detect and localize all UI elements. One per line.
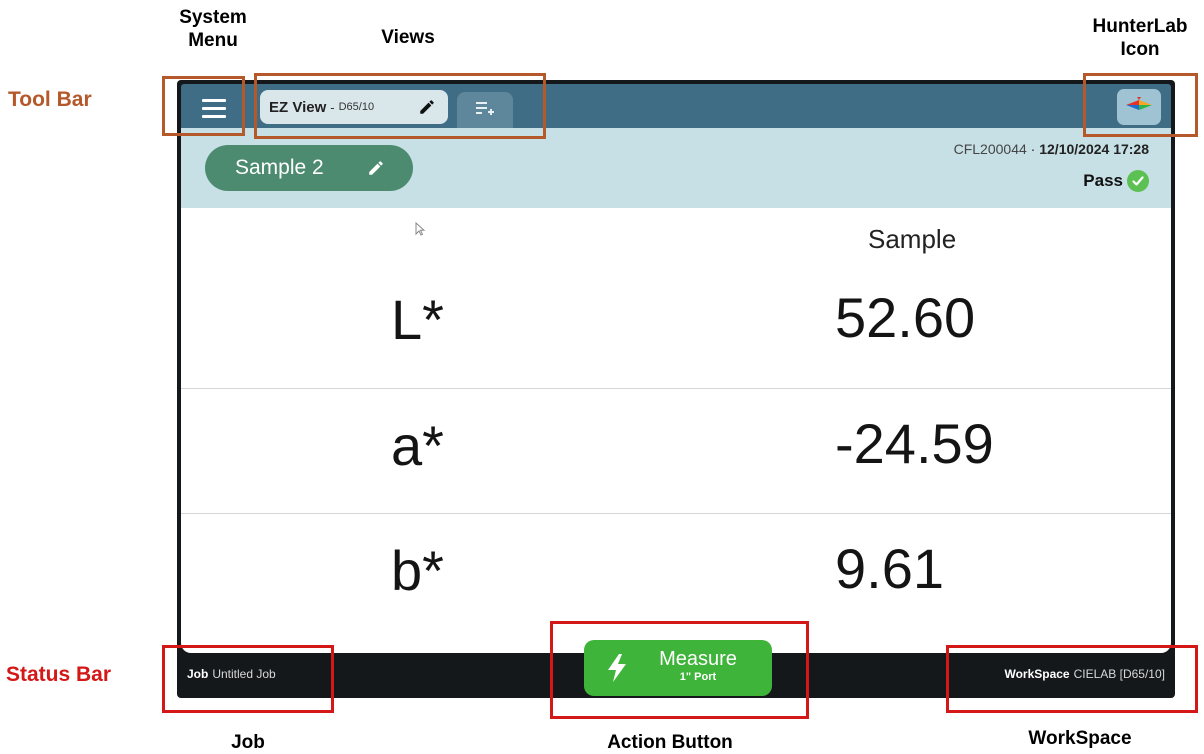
check-circle-icon <box>1127 170 1149 192</box>
sample-name: Sample 2 <box>235 156 324 179</box>
callout-box-views <box>254 73 546 139</box>
row-value: -24.59 <box>835 412 994 475</box>
row-label: L* <box>391 288 444 351</box>
pencil-icon <box>367 159 385 183</box>
instrument-id: CFL200044 <box>953 141 1027 157</box>
meta-separator: · <box>1030 141 1036 157</box>
results-table: Sample L* 52.60 a* -24.59 b* 9.61 <box>181 208 1171 653</box>
row-value: 9.61 <box>835 537 944 600</box>
callout-box-hunterlab-icon <box>1083 73 1198 137</box>
table-row: a* -24.59 <box>181 388 1171 513</box>
callout-status-bar: Status Bar <box>6 663 112 686</box>
callout-box-job <box>162 645 334 713</box>
callout-tool-bar: Tool Bar <box>8 88 92 111</box>
callout-workspace: WorkSpace <box>1028 728 1132 749</box>
device-screen: EZ View - D65/10 Sample 2 CFL200044 · 12… <box>177 80 1175 698</box>
callout-views: Views <box>381 27 435 48</box>
row-label: b* <box>391 539 444 602</box>
callout-box-workspace <box>946 645 1198 713</box>
sample-name-button[interactable]: Sample 2 <box>205 145 413 191</box>
callout-action-button: Action Button <box>607 732 733 753</box>
callout-hunterlab-icon: HunterLab Icon <box>1092 16 1188 60</box>
sample-header: Sample 2 CFL200044 · 12/10/2024 17:28 Pa… <box>181 128 1171 208</box>
column-header-sample: Sample <box>868 224 957 254</box>
table-row: b* 9.61 <box>181 513 1171 638</box>
measurement-meta: CFL200044 · 12/10/2024 17:28 <box>954 141 1149 157</box>
callout-box-action-button <box>550 621 809 719</box>
row-label: a* <box>391 414 444 477</box>
mouse-cursor-icon <box>415 221 426 241</box>
pass-status: Pass <box>1083 170 1149 192</box>
timestamp: 12/10/2024 17:28 <box>1039 141 1149 157</box>
callout-job: Job <box>231 732 265 753</box>
table-row: L* 52.60 <box>181 263 1171 388</box>
callout-box-system-menu <box>162 76 245 136</box>
pass-label: Pass <box>1083 171 1123 190</box>
row-value: 52.60 <box>835 286 976 349</box>
callout-system-menu: System Menu <box>179 7 247 51</box>
